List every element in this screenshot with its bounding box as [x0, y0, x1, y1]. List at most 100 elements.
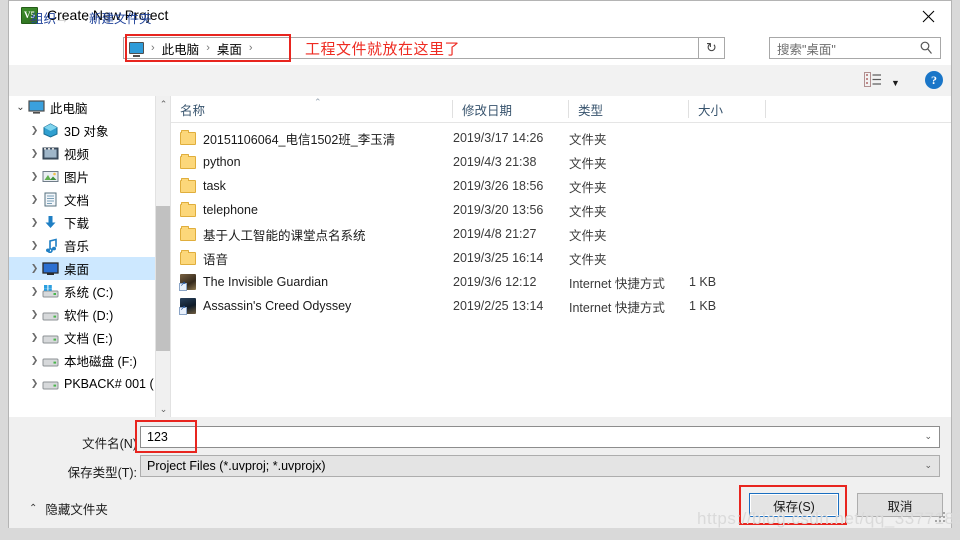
column-header-date[interactable]: 修改日期 [453, 96, 569, 122]
download-icon [42, 215, 59, 230]
file-name-cell: telephone [180, 198, 258, 222]
table-row[interactable]: python 2019/4/3 21:38 文件夹 [171, 150, 951, 174]
expand-chevron-icon[interactable]: ❯ [27, 378, 42, 389]
file-type-cell: 文件夹 [569, 252, 607, 267]
file-name-text: 20151106064_电信1502班_李玉清 [203, 132, 396, 147]
monitor-icon [28, 100, 45, 115]
sidebar-item-12[interactable]: ❯ PKBACK# 001 ( [9, 372, 155, 395]
file-list-pane: 名称 ⌃ 修改日期 类型 大小 20151106064_电信1502班_李玉清 2 [171, 96, 951, 417]
sidebar-scrollbar[interactable]: ⌃ ⌄ [155, 96, 171, 417]
file-date-cell: 2019/3/26 18:56 [453, 179, 544, 193]
hide-folders-toggle[interactable]: ⌃ 隐藏文件夹 [29, 499, 108, 518]
expand-chevron-icon[interactable]: ❯ [27, 148, 42, 159]
table-row[interactable]: 20151106064_电信1502班_李玉清 2019/3/17 14:26 文件… [171, 126, 951, 150]
chevron-up-icon: ⌃ [29, 503, 38, 514]
chevron-down-icon[interactable]: ⌄ [924, 460, 932, 471]
column-header-type-label: 类型 [578, 103, 604, 118]
sidebar-item-11[interactable]: ❯ 本地磁盘 (F:) [9, 349, 155, 372]
refresh-icon[interactable]: ↻ [699, 37, 725, 59]
file-save-dialog: Create New Project ← → ⌄ ↑ › 此电脑 › 桌面 › … [8, 0, 960, 528]
table-row[interactable]: 基于人工智能的课堂点名系统 2019/4/8 21:27 文件夹 [171, 222, 951, 246]
sidebar-item-label: 视频 [64, 148, 90, 162]
file-type-cell: Internet 快捷方式 [569, 300, 665, 315]
view-options-chevron-icon[interactable]: ▼ [891, 78, 900, 88]
shortcut-arrow-icon [179, 304, 187, 315]
chevron-down-icon[interactable]: ⌄ [924, 431, 932, 442]
column-header-size-label: 大小 [698, 103, 724, 118]
sidebar-item-1[interactable]: ❯ 3D 对象 [9, 119, 155, 142]
filetype-label: 保存类型(T): [67, 466, 137, 480]
column-headers: 名称 ⌃ 修改日期 类型 大小 [171, 96, 951, 123]
sidebar-item-5[interactable]: ❯ 下载 [9, 211, 155, 234]
breadcrumb-item-0[interactable]: 此电脑 [162, 39, 200, 58]
file-name-text: Assassin's Creed Odyssey [203, 299, 352, 313]
expand-chevron-icon[interactable]: ❯ [27, 286, 42, 297]
file-name-cell: task [180, 174, 226, 198]
expand-chevron-icon[interactable]: ❯ [27, 355, 42, 366]
sidebar-item-label: 图片 [64, 171, 90, 185]
sidebar-item-9[interactable]: ❯ 软件 (D:) [9, 303, 155, 326]
table-row[interactable]: task 2019/3/26 18:56 文件夹 [171, 174, 951, 198]
sidebar-item-4[interactable]: ❯ 文档 [9, 188, 155, 211]
column-divider[interactable] [765, 100, 766, 118]
sidebar-item-label: 此电脑 [50, 102, 88, 116]
expand-chevron-icon[interactable]: ❯ [27, 171, 42, 182]
drive-icon [42, 307, 59, 322]
sidebar-item-7[interactable]: ❯ 桌面 [9, 257, 155, 280]
shortcut-arrow-icon [179, 280, 187, 291]
file-name-cell: 20151106064_电信1502班_李玉清 [180, 126, 395, 150]
file-name-text: task [203, 179, 226, 193]
sidebar-scroll-up-icon[interactable]: ⌃ [156, 96, 171, 112]
expand-chevron-icon[interactable]: ❯ [27, 309, 42, 320]
expand-chevron-icon[interactable]: ❯ [27, 217, 42, 228]
dialog-content: ⌄ 此电脑 ❯ 3D 对象 ❯ 视频 ❯ 图片 ❯ 文档 ❯ 下载 ❯ 音乐 ❯ 桌面 ❯ 系统 (C:) ❯ 软件 … [9, 96, 951, 417]
this-pc-icon [129, 42, 144, 57]
sidebar-item-label: 3D 对象 [64, 125, 109, 139]
sidebar-item-10[interactable]: ❯ 文档 (E:) [9, 326, 155, 349]
close-icon[interactable] [905, 1, 951, 31]
resize-grip[interactable] [935, 512, 945, 522]
sidebar-item-2[interactable]: ❯ 视频 [9, 142, 155, 165]
file-date-cell: 2019/3/6 12:12 [453, 275, 537, 289]
collapse-chevron-icon[interactable]: ⌄ [13, 102, 28, 113]
file-name-text: 语音 [203, 252, 229, 267]
table-row[interactable]: telephone 2019/3/20 13:56 文件夹 [171, 198, 951, 222]
sidebar-item-3[interactable]: ❯ 图片 [9, 165, 155, 188]
column-header-size[interactable]: 大小 [689, 96, 766, 122]
search-input[interactable]: 搜索"桌面" [769, 37, 941, 59]
sidebar-item-0[interactable]: ⌄ 此电脑 [9, 96, 155, 119]
file-size-cell: 1 KB [689, 275, 717, 289]
file-name-cell: The Invisible Guardian [179, 270, 328, 294]
sidebar-item-8[interactable]: ❯ 系统 (C:) [9, 280, 155, 303]
column-header-type[interactable]: 类型 [569, 96, 689, 122]
table-row[interactable]: Assassin's Creed Odyssey 2019/2/25 13:14 I… [171, 294, 951, 318]
sidebar-scroll-thumb[interactable] [156, 206, 171, 351]
expand-chevron-icon[interactable]: ❯ [27, 332, 42, 343]
new-folder-button[interactable]: 新建文件夹 [89, 8, 152, 27]
column-header-name-label: 名称 [180, 103, 206, 118]
table-row[interactable]: 语音 2019/3/25 16:14 文件夹 [171, 246, 951, 270]
filetype-select[interactable]: Project Files (*.uvproj; *.uvprojx) ⌄ [140, 455, 940, 477]
filetype-value: Project Files (*.uvproj; *.uvprojx) [147, 459, 326, 473]
help-icon[interactable]: ? [925, 71, 943, 89]
sidebar-item-6[interactable]: ❯ 音乐 [9, 234, 155, 257]
expand-chevron-icon[interactable]: ❯ [27, 263, 42, 274]
expand-chevron-icon[interactable]: ❯ [27, 125, 42, 136]
folder-icon [180, 225, 196, 241]
column-header-name[interactable]: 名称 ⌃ [171, 96, 453, 122]
organize-button[interactable]: 组织 [31, 8, 56, 27]
expand-chevron-icon[interactable]: ❯ [27, 240, 42, 251]
pictures-icon [42, 169, 59, 184]
annotation-text: 工程文件就放在这里了 [305, 41, 461, 58]
file-type-cell: 文件夹 [569, 156, 607, 171]
breadcrumb-separator-2[interactable]: › [249, 42, 253, 54]
sidebar-scroll-down-icon[interactable]: ⌄ [156, 401, 171, 417]
folder-icon [180, 201, 196, 217]
filename-label: 文件名(N) [82, 437, 137, 451]
breadcrumb-item-1[interactable]: 桌面 [217, 39, 242, 58]
table-row[interactable]: The Invisible Guardian 2019/3/6 12:12 Inte… [171, 270, 951, 294]
view-layout-icon[interactable] [864, 72, 882, 87]
filename-input[interactable]: 123 ⌄ [140, 426, 940, 448]
expand-chevron-icon[interactable]: ❯ [27, 194, 42, 205]
sidebar-item-label: 软件 (D:) [64, 309, 114, 323]
